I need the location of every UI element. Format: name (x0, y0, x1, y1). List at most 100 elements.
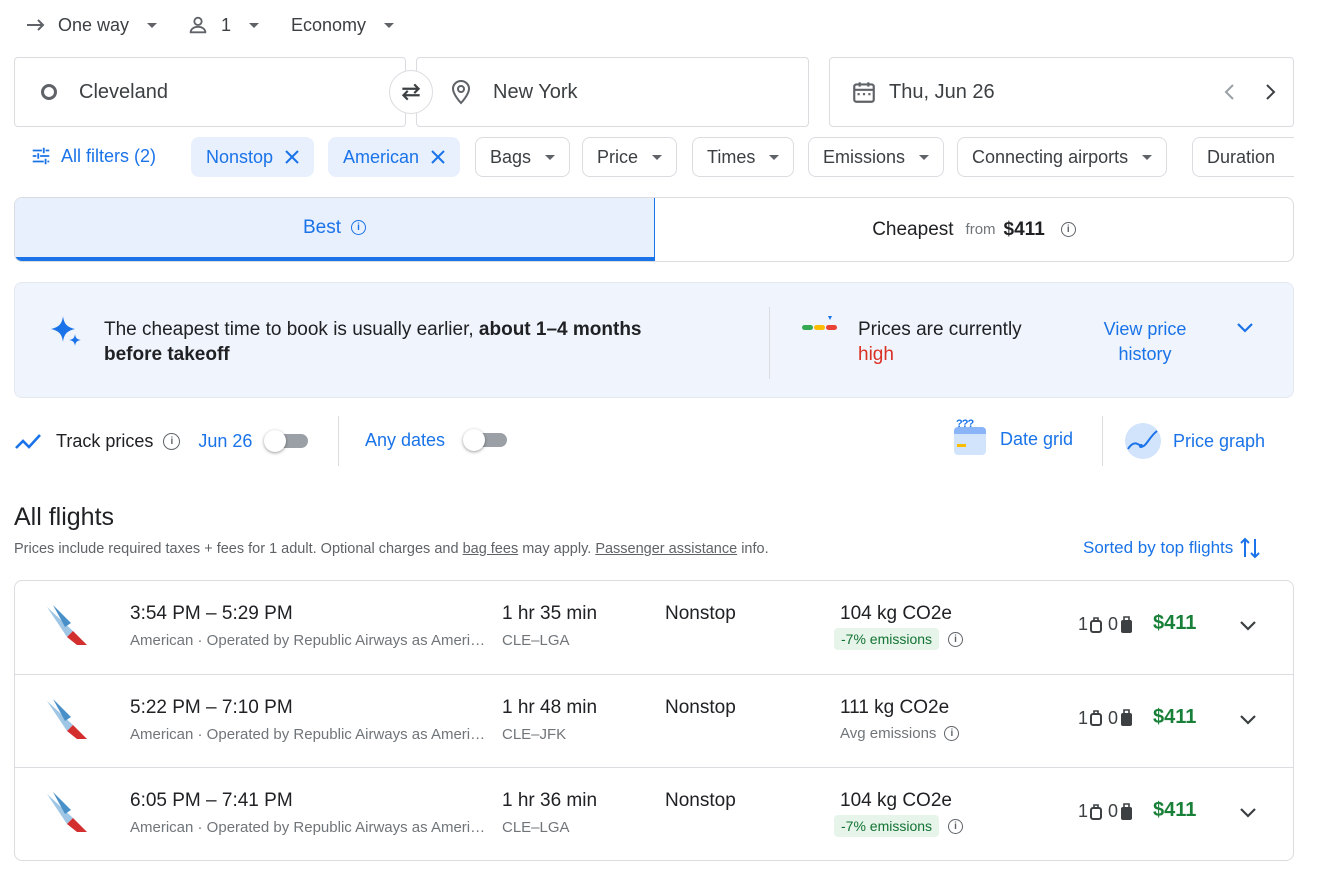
booking-tip-text: The cheapest time to book is usually ear… (104, 317, 724, 367)
tab-cheapest[interactable]: Cheapest from $411 i (655, 198, 1293, 261)
origin-value: Cleveland (79, 80, 168, 103)
info-icon[interactable]: i (944, 725, 960, 741)
chevron-down-icon (147, 22, 158, 28)
swap-icon (401, 83, 421, 101)
checked-bag-count: 0 (1108, 707, 1119, 728)
price-insight-card: The cheapest time to book is usually ear… (14, 282, 1294, 398)
sort-button[interactable]: Sorted by top flights (1083, 535, 1261, 561)
history-link-line2: history (1118, 344, 1172, 364)
booking-tip-prefix: The cheapest time to book is usually ear… (104, 319, 479, 340)
american-airlines-logo-icon (47, 792, 87, 832)
all-filters-label: All filters (2) (61, 145, 157, 166)
flight-emissions: Avg emissions i (834, 722, 960, 745)
track-date-toggle[interactable] (264, 429, 309, 453)
flight-times: 6:05 PM – 7:41 PM (130, 790, 293, 811)
chevron-left-icon (1224, 84, 1234, 100)
checked-bag-count: 0 (1108, 801, 1119, 821)
divider (338, 416, 339, 466)
price-note-text: info. (737, 541, 769, 557)
bag-fees-link[interactable]: bag fees (463, 541, 519, 557)
filter-chip-price[interactable]: Price (582, 137, 678, 177)
filter-chip-american[interactable]: American (328, 137, 461, 177)
emissions-badge: -7% emissions (834, 815, 940, 837)
view-price-history-link[interactable]: View price history (1095, 317, 1195, 367)
cabin-select[interactable]: Economy (291, 12, 395, 38)
info-icon[interactable]: i (1060, 222, 1076, 237)
filter-chip-connecting-airports[interactable]: Connecting airports (957, 137, 1168, 177)
cabin-label: Economy (291, 14, 367, 35)
filter-chip-emissions[interactable]: Emissions (808, 137, 945, 177)
carry-on-count: 1 (1078, 614, 1089, 634)
tab-best[interactable]: Best i (15, 198, 655, 261)
section-heading: All flights (14, 503, 115, 531)
filter-chip-times[interactable]: Times (692, 137, 795, 177)
price-note: Prices include required taxes + fees for… (14, 541, 769, 557)
arrow-right-icon (27, 19, 45, 31)
trip-type-label: One way (58, 14, 130, 35)
expand-chevron-icon[interactable] (1237, 802, 1259, 824)
close-icon[interactable] (285, 150, 299, 164)
origin-field[interactable]: Cleveland (14, 57, 406, 127)
american-airlines-logo-icon (47, 605, 87, 645)
flight-row[interactable]: 5:22 PM – 7:10 PM American · Operated by… (15, 675, 1293, 768)
divider (1102, 416, 1103, 466)
info-icon[interactable]: i (351, 220, 367, 235)
flight-times: 3:54 PM – 5:29 PM (130, 603, 293, 624)
next-date-button[interactable] (1260, 80, 1280, 110)
checked-bag-icon (1121, 802, 1133, 820)
location-pin-icon (451, 79, 471, 105)
history-link-line1: View price (1103, 319, 1187, 339)
sort-tabs: Best i Cheapest from $411 i (14, 197, 1294, 262)
chevron-right-icon (1266, 84, 1276, 100)
price-level-text: Prices are currently high (858, 317, 1022, 367)
chevron-down-icon (1142, 154, 1153, 160)
tab-cheapest-price: $411 (1003, 218, 1045, 240)
flight-airline: American · Operated by Republic Airways … (130, 819, 490, 836)
booking-tip-window: about 1–4 months (478, 319, 642, 340)
destination-field[interactable]: New York (416, 57, 809, 127)
flight-stops: Nonstop (665, 603, 736, 624)
flight-bags: 1 0 (1078, 708, 1133, 729)
departure-date-field[interactable]: Thu, Jun 26 (829, 57, 1294, 127)
price-level-label: Prices are currently (858, 319, 1022, 340)
close-icon[interactable] (431, 150, 445, 164)
previous-date-button[interactable] (1220, 80, 1240, 110)
flight-co2: 104 kg CO2e (840, 603, 952, 624)
flight-duration: 1 hr 36 min (502, 790, 598, 811)
date-grid-button[interactable]: ??? Date grid (952, 418, 1074, 457)
flight-co2: 104 kg CO2e (840, 790, 952, 811)
passenger-assistance-link[interactable]: Passenger assistance (595, 541, 737, 557)
flight-times: 5:22 PM – 7:10 PM (130, 696, 293, 718)
any-dates-toggle[interactable] (463, 428, 508, 452)
chevron-down-icon[interactable] (1235, 321, 1255, 335)
filter-chip-bags[interactable]: Bags (475, 137, 571, 177)
any-dates-label: Any dates (365, 429, 446, 450)
price-graph-label: Price graph (1173, 430, 1266, 451)
swap-button[interactable] (389, 70, 433, 114)
passengers-select[interactable]: 1 (187, 12, 260, 38)
trip-type-select[interactable]: One way (24, 12, 158, 38)
filter-chip-label: Bags (490, 146, 532, 167)
flight-bags: 1 0 (1078, 801, 1133, 822)
date-grid-label: Date grid (1000, 428, 1074, 449)
flight-stops: Nonstop (665, 790, 736, 811)
flight-airline: American · Operated by Republic Airways … (130, 632, 490, 649)
expand-chevron-icon[interactable] (1237, 615, 1259, 637)
filter-chip-label: Emissions (823, 146, 906, 167)
chevron-down-icon (249, 22, 260, 28)
flight-row[interactable]: 3:54 PM – 5:29 PM American · Operated by… (15, 581, 1293, 675)
info-icon[interactable]: i (163, 432, 181, 450)
expand-chevron-icon[interactable] (1237, 709, 1259, 731)
filter-chip-duration[interactable]: Duration (1192, 137, 1294, 177)
info-icon[interactable]: i (948, 818, 964, 834)
all-filters-button[interactable]: All filters (2) (30, 145, 156, 167)
filter-chip-nonstop[interactable]: Nonstop (191, 137, 315, 177)
trending-line-icon (15, 434, 41, 449)
price-graph-button[interactable]: Price graph (1123, 421, 1265, 461)
flight-row[interactable]: 6:05 PM – 7:41 PM American · Operated by… (15, 768, 1293, 860)
info-icon[interactable]: i (948, 631, 964, 647)
departure-date-value: Thu, Jun 26 (889, 80, 995, 103)
tab-cheapest-from: from (965, 221, 996, 238)
divider (769, 307, 770, 379)
carry-on-bag-icon (1090, 803, 1103, 820)
